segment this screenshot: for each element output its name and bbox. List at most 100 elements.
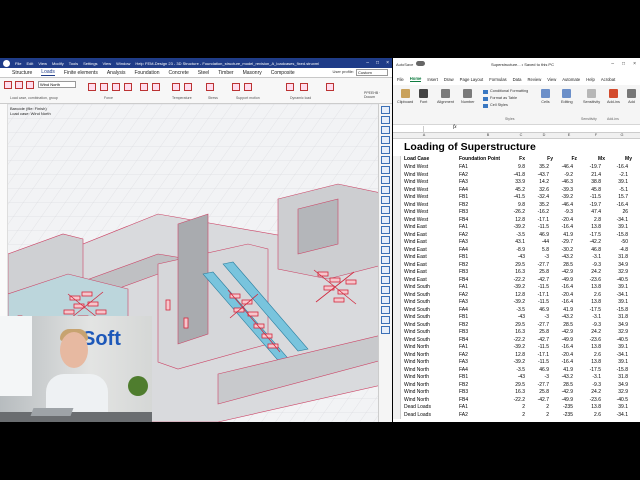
cell-fz[interactable]: -42.9 [553,269,573,277]
cell-my[interactable]: 26 [608,209,628,217]
cell-my[interactable]: -34.1 [608,352,628,360]
cell-fz[interactable]: -20.4 [553,352,573,360]
cell-mx[interactable]: 13.8 [581,359,601,367]
cell-load-case[interactable]: Wind West [404,202,428,210]
cell-my[interactable]: 32.9 [608,269,628,277]
fem-menu-edit[interactable]: Edit [26,61,33,66]
cell-mx[interactable]: -17.5 [581,367,601,375]
alignment-button[interactable]: Alignment [437,89,454,104]
cell-my[interactable]: -15.8 [608,367,628,375]
fem-tab-composite[interactable]: Composite [271,70,295,76]
maximize-icon[interactable]: □ [622,61,625,67]
cell-fz[interactable]: -16.4 [553,224,573,232]
cell-my[interactable]: -16.4 [608,164,628,172]
cell-fy[interactable]: -17.1 [529,292,549,300]
cell-foundation-point[interactable]: FB2 [459,322,468,330]
cell-foundation-point[interactable]: FA1 [459,344,468,352]
rotate-icon[interactable] [381,186,390,194]
cell-fx[interactable]: -3.5 [505,367,525,375]
cell-fx[interactable]: -3.5 [505,232,525,240]
fem-menu-tools[interactable]: Tools [69,61,78,66]
cell-mx[interactable]: -42.2 [581,239,601,247]
cell-fy[interactable]: -3 [529,314,549,322]
fem-menu-view2[interactable]: View [103,61,112,66]
sheet-title[interactable]: Loading of Superstructure [404,141,536,153]
cell-foundation-point[interactable]: FB4 [459,397,468,405]
cell-fz[interactable]: -29.7 [553,239,573,247]
fem-tab-loads[interactable]: Loads [41,69,55,76]
cell-fy[interactable]: 5.8 [529,247,549,255]
cell-load-case[interactable]: Wind South [404,337,430,345]
cells-button[interactable]: Cells [541,89,550,104]
cell-load-case[interactable]: Wind West [404,187,428,195]
cell-mx[interactable]: 21.4 [581,172,601,180]
cell-my[interactable]: -50 [608,239,628,247]
moment-load-icon[interactable] [124,83,132,91]
cell-load-case[interactable]: Wind North [404,397,429,405]
cell-fz[interactable]: -39.2 [553,194,573,202]
load-case-icon[interactable] [4,81,12,89]
excel-tab-file[interactable]: File [397,77,404,82]
cell-fz[interactable]: -235 [553,412,573,420]
cell-fy[interactable]: -17.1 [529,352,549,360]
cell-foundation-point[interactable]: FA4 [459,367,468,375]
cell-load-case[interactable]: Wind North [404,389,429,397]
cell-my[interactable]: -40.5 [608,397,628,405]
cell-mx[interactable]: 13.8 [581,344,601,352]
cell-load-case[interactable]: Dead Loads [404,404,431,412]
cell-load-case[interactable]: Wind East [404,269,427,277]
cell-mx[interactable]: 2.8 [581,217,601,225]
cell-load-case[interactable]: Wind North [404,367,429,375]
cell-fx[interactable]: 12.8 [505,352,525,360]
cell-mx[interactable]: -23.6 [581,397,601,405]
pressure-load-icon[interactable] [140,83,148,91]
cell-fx[interactable]: -43 [505,314,525,322]
cell-fx[interactable]: 16.3 [505,389,525,397]
cell-mx[interactable]: -9.3 [581,322,601,330]
cell-my[interactable]: 39.1 [608,284,628,292]
cell-my[interactable]: 39.1 [608,299,628,307]
cell-fx[interactable]: 16.3 [505,269,525,277]
section-icon[interactable] [381,216,390,224]
cell-mx[interactable]: -17.5 [581,232,601,240]
font-button[interactable]: Font [419,89,428,104]
cell-fx[interactable]: 2 [505,412,525,420]
filter-icon[interactable] [381,246,390,254]
excel-tab-home[interactable]: Home [409,76,422,82]
cell-my[interactable]: 31.8 [608,374,628,382]
cell-load-case[interactable]: Wind East [404,262,427,270]
cell-load-case[interactable]: Wind North [404,374,429,382]
cell-foundation-point[interactable]: FA1 [459,284,468,292]
cell-load-case[interactable]: Wind East [404,232,427,240]
render-icon[interactable] [381,226,390,234]
settings-icon[interactable] [381,326,390,334]
cell-fx[interactable]: 29.5 [505,382,525,390]
excel-tab-acrobat[interactable]: Acrobat [601,77,615,82]
load-group-icon[interactable] [15,81,23,89]
cell-my[interactable]: 39.1 [608,224,628,232]
cell-fz[interactable]: -49.9 [553,337,573,345]
cell-foundation-point[interactable]: FB4 [459,217,468,225]
support-motion-2-icon[interactable] [244,83,252,91]
fem-tab-masonry[interactable]: Masonry [243,70,262,76]
cell-my[interactable]: -4.8 [608,247,628,255]
fem-menu-help[interactable]: Help [135,61,143,66]
cell-fx[interactable]: -39.2 [505,344,525,352]
cell-fy[interactable]: -27.7 [529,262,549,270]
cell-fz[interactable]: -9.3 [553,209,573,217]
pan-icon[interactable] [381,176,390,184]
cell-fx[interactable]: 29.5 [505,322,525,330]
cell-fy[interactable]: 35.2 [529,202,549,210]
cell-foundation-point[interactable]: FB3 [459,269,468,277]
cell-my[interactable]: 15.7 [608,194,628,202]
cell-my[interactable]: 34.9 [608,262,628,270]
fem-menu-window[interactable]: Window [116,61,130,66]
cell-fy[interactable]: -27.7 [529,322,549,330]
cell-fy[interactable]: -3 [529,254,549,262]
cell-fy[interactable]: -32.4 [529,194,549,202]
cell-fx[interactable]: 33.9 [505,179,525,187]
zoom-in-icon[interactable] [381,146,390,154]
fem-tab-finite-elements[interactable]: Finite elements [64,70,98,76]
cell-mx[interactable]: 47.4 [581,209,601,217]
cell-mx[interactable]: -23.6 [581,277,601,285]
